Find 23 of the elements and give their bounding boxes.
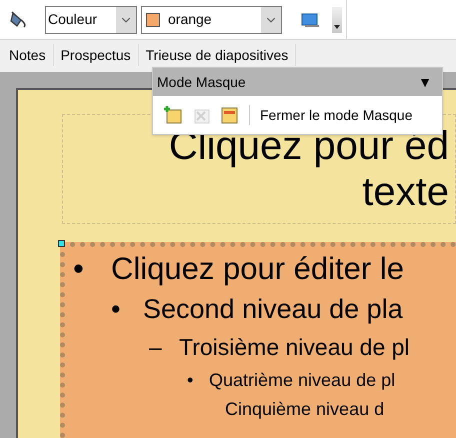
bullet: • — [73, 250, 85, 288]
panel-title: Mode Masque — [157, 72, 246, 92]
toolbar-overflow-button[interactable] — [332, 6, 342, 32]
chevron-down-icon — [261, 6, 281, 32]
outline-text: Troisième niveau de pl — [179, 333, 410, 362]
monitor-icon[interactable] — [300, 10, 320, 28]
fill-mode-dropdown[interactable]: Couleur — [45, 6, 137, 34]
outline-text: Second niveau de pla — [143, 293, 403, 326]
outline-text: Cliquez pour éditer le — [111, 250, 404, 288]
title-text: texte — [362, 169, 449, 215]
caret-icon — [334, 24, 340, 28]
chevron-down-icon — [116, 6, 136, 32]
outline-text: Cinquième niveau d — [225, 398, 384, 421]
outline-text: Quatrième niveau de pl — [209, 369, 396, 392]
bullet: – — [149, 333, 163, 362]
close-mask-mode-button[interactable]: Fermer le mode Masque — [260, 104, 413, 126]
rename-master-icon[interactable] — [219, 105, 239, 125]
panel-menu-button[interactable]: ▼ — [418, 72, 438, 92]
new-master-icon[interactable] — [163, 105, 183, 125]
selection-handle[interactable] — [58, 240, 65, 247]
bullet: • — [111, 293, 122, 326]
fill-color-dropdown[interactable]: orange — [141, 6, 282, 34]
bullet: • — [187, 369, 194, 392]
